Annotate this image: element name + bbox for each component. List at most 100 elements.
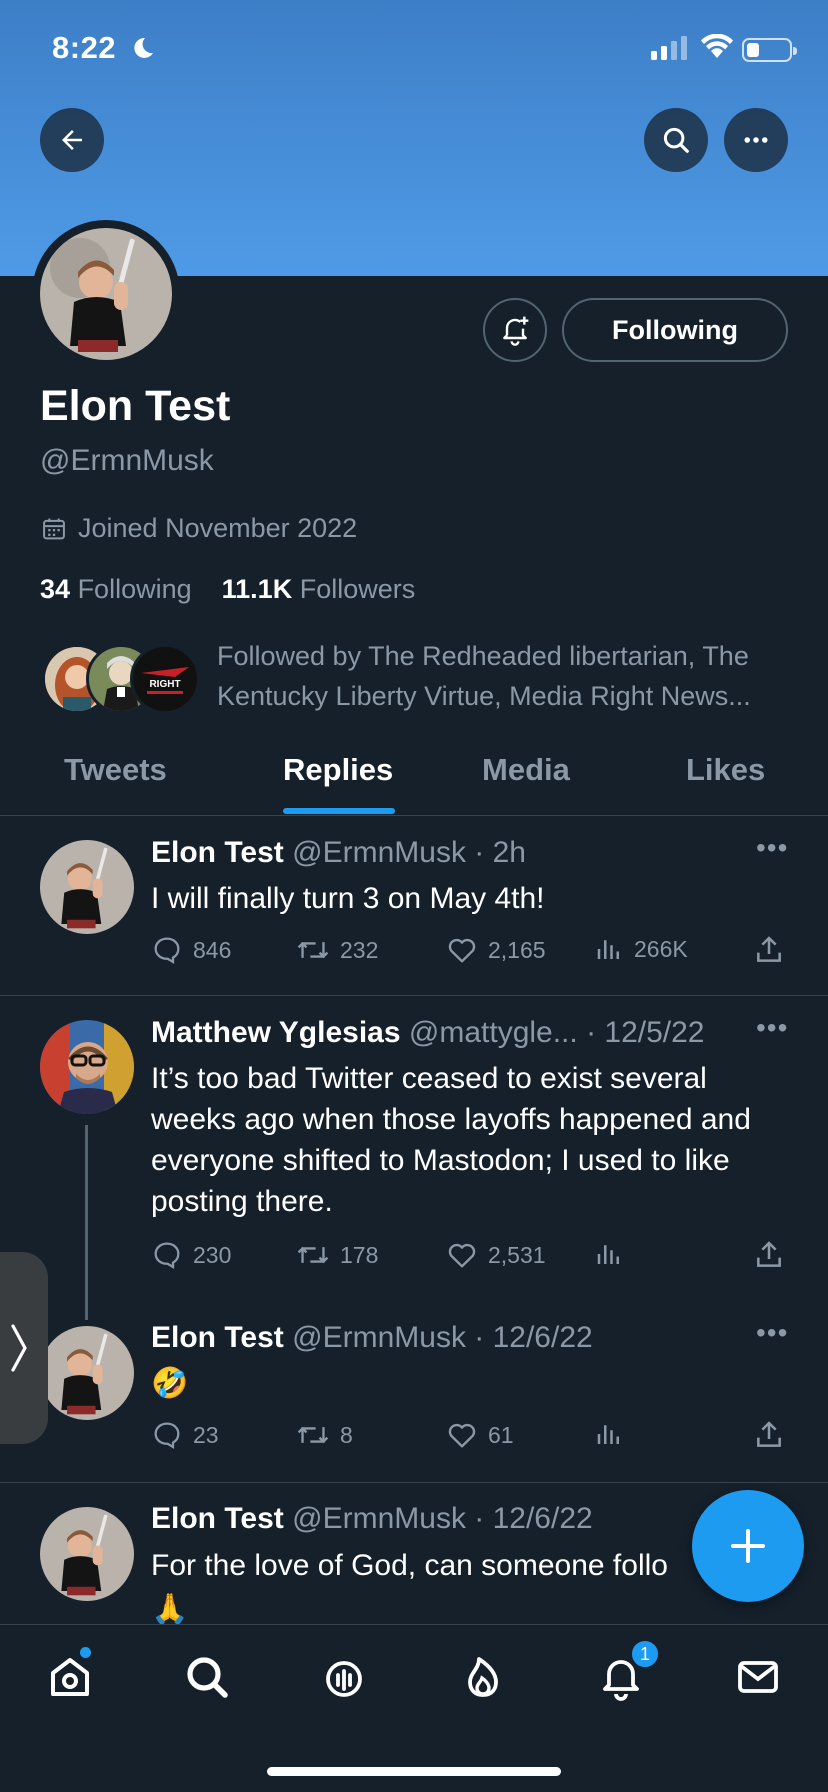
tweet-meta: @ErmnMusk · 12/6/22 bbox=[292, 1321, 593, 1354]
views-button[interactable]: 266K bbox=[594, 934, 688, 964]
avatar-image bbox=[40, 228, 172, 360]
search-button[interactable] bbox=[644, 108, 708, 172]
tweet-text[interactable]: I will finally turn 3 on May 4th! bbox=[151, 878, 791, 919]
tweet-actions: 846 232 2,165 266K bbox=[151, 934, 791, 974]
arrow-left-icon bbox=[62, 130, 82, 150]
tweet-divider bbox=[0, 995, 828, 996]
followed-by-avatars[interactable]: RIGHT bbox=[42, 644, 200, 714]
home-indicator[interactable] bbox=[267, 1767, 561, 1776]
retweet-count: 232 bbox=[340, 936, 379, 963]
tweet-author-name[interactable]: Elon Test bbox=[151, 1502, 284, 1535]
tweet-avatar[interactable] bbox=[40, 840, 134, 934]
heart-icon bbox=[448, 1243, 476, 1268]
like-button[interactable]: 61 bbox=[446, 1419, 514, 1451]
tweet-text[interactable]: 🤣 bbox=[151, 1363, 791, 1404]
status-time: 8:22 bbox=[52, 30, 117, 65]
views-chart-icon bbox=[597, 1245, 619, 1264]
followed-by-text[interactable]: Followed by The Redheaded libertarian, T… bbox=[217, 636, 797, 716]
retweet-icon bbox=[297, 1426, 329, 1444]
retweet-count: 178 bbox=[340, 1241, 379, 1268]
side-panel-handle[interactable] bbox=[0, 1252, 48, 1444]
search-icon bbox=[187, 1657, 228, 1698]
retweet-button[interactable]: 8 bbox=[296, 1419, 353, 1451]
like-button[interactable]: 2,531 bbox=[446, 1239, 546, 1271]
share-button[interactable] bbox=[753, 1239, 785, 1271]
share-icon bbox=[757, 1241, 781, 1267]
nav-messages[interactable] bbox=[732, 1651, 784, 1703]
like-button[interactable]: 2,165 bbox=[446, 934, 546, 966]
search-icon bbox=[663, 127, 689, 153]
like-count: 2,165 bbox=[488, 936, 546, 963]
battery-icon bbox=[742, 38, 797, 62]
follower-avatar: RIGHT bbox=[130, 644, 200, 714]
tweet-header: Elon Test @ErmnMusk · 12/6/22 bbox=[151, 1321, 593, 1355]
profile-avatar[interactable] bbox=[32, 220, 180, 368]
flame-icon bbox=[468, 1657, 498, 1697]
tweet-more-button[interactable]: ••• bbox=[756, 1317, 788, 1349]
followers-link[interactable]: 11.1K Followers bbox=[222, 574, 416, 604]
retweet-button[interactable]: 232 bbox=[296, 934, 378, 966]
reply-button[interactable]: 230 bbox=[151, 1239, 231, 1271]
nav-home[interactable] bbox=[44, 1651, 96, 1703]
following-label: Following bbox=[77, 574, 192, 604]
tweet-author-name[interactable]: Elon Test bbox=[151, 836, 284, 869]
views-count: 266K bbox=[634, 935, 688, 962]
tab-likes[interactable]: Likes bbox=[686, 752, 765, 788]
compose-tweet-button[interactable] bbox=[692, 1490, 804, 1602]
tweet-header: Elon Test @ErmnMusk · 12/6/22 bbox=[151, 1502, 593, 1536]
more-horizontal-icon bbox=[744, 137, 768, 143]
nav-trending[interactable] bbox=[457, 1651, 509, 1703]
notifications-subscribe-button[interactable] bbox=[483, 298, 547, 362]
reply-count: 846 bbox=[193, 936, 232, 963]
tweet-actions: 230 178 2,531 bbox=[151, 1239, 791, 1279]
wifi-icon bbox=[701, 34, 733, 58]
spaces-icon bbox=[326, 1661, 362, 1697]
cellular-signal-icon bbox=[651, 36, 687, 60]
tweet-avatar[interactable] bbox=[40, 1020, 134, 1114]
plus-icon bbox=[731, 1529, 765, 1563]
folded-hands-emoji: 🙏 bbox=[151, 1593, 189, 1626]
tweet-divider bbox=[0, 1482, 828, 1483]
views-chart-icon bbox=[597, 940, 619, 959]
like-count: 2,531 bbox=[488, 1241, 546, 1268]
heart-icon bbox=[448, 1423, 476, 1448]
tweet-author-name[interactable]: Elon Test bbox=[151, 1321, 284, 1354]
media-right-news-logo-text: RIGHT bbox=[149, 679, 180, 690]
moon-icon bbox=[134, 37, 153, 58]
reply-icon bbox=[154, 1242, 180, 1270]
retweet-count: 8 bbox=[340, 1421, 353, 1448]
more-options-button[interactable] bbox=[724, 108, 788, 172]
tweet-text[interactable]: It’s too bad Twitter ceased to exist sev… bbox=[151, 1058, 791, 1222]
home-new-indicator bbox=[80, 1647, 91, 1658]
reply-button[interactable]: 23 bbox=[151, 1419, 219, 1451]
following-link[interactable]: 34 Following bbox=[40, 574, 192, 604]
reply-icon bbox=[154, 937, 180, 965]
joined-text: Joined November 2022 bbox=[78, 513, 358, 543]
share-button[interactable] bbox=[753, 934, 785, 966]
reply-button[interactable]: 846 bbox=[151, 934, 231, 966]
tweet-avatar[interactable] bbox=[40, 1507, 134, 1601]
tweet-author-name[interactable]: Matthew Yglesias bbox=[151, 1016, 401, 1049]
views-button[interactable] bbox=[594, 1239, 624, 1269]
tweet-more-button[interactable]: ••• bbox=[756, 1012, 788, 1044]
follow-stats: 34 Following 11.1K Followers bbox=[40, 574, 415, 605]
tab-tweets[interactable]: Tweets bbox=[64, 752, 167, 788]
tweet-avatar[interactable] bbox=[40, 1326, 134, 1420]
retweet-button[interactable]: 178 bbox=[296, 1239, 378, 1271]
nav-search[interactable] bbox=[181, 1651, 233, 1703]
share-button[interactable] bbox=[753, 1419, 785, 1451]
tweet-more-button[interactable]: ••• bbox=[756, 832, 788, 864]
back-button[interactable] bbox=[40, 108, 104, 172]
tweet-actions: 23 8 61 bbox=[151, 1419, 791, 1459]
following-button[interactable]: Following bbox=[562, 298, 788, 362]
tab-replies[interactable]: Replies bbox=[283, 752, 393, 788]
nav-spaces[interactable] bbox=[318, 1651, 370, 1703]
retweet-icon bbox=[297, 1246, 329, 1264]
tab-media[interactable]: Media bbox=[482, 752, 570, 788]
share-icon bbox=[757, 936, 781, 962]
reply-count: 230 bbox=[193, 1241, 232, 1268]
profile-name: Elon Test bbox=[40, 382, 231, 430]
views-button[interactable] bbox=[594, 1419, 624, 1449]
active-tab-indicator bbox=[283, 808, 395, 814]
like-count: 61 bbox=[488, 1421, 514, 1448]
